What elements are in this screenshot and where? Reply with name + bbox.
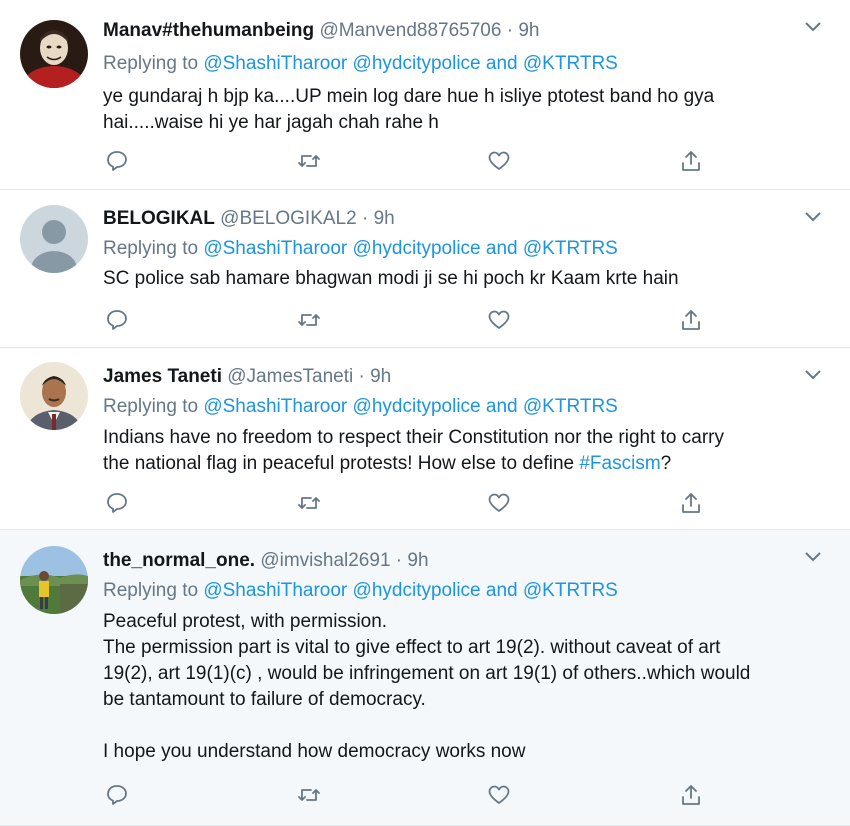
tweet[interactable]: BELOGIKAL @BELOGIKAL2 · 9h Replying to @… (0, 190, 850, 348)
mention-link[interactable]: @hydcitypolice (353, 396, 481, 417)
replying-to: Replying to @ShashiTharoor @hydcitypolic… (103, 580, 618, 602)
tweet-actions (103, 491, 703, 517)
text-line (103, 713, 833, 739)
man-portrait-avatar (20, 362, 88, 430)
user-handle[interactable]: @JamesTaneti (227, 366, 353, 387)
replying-label: Replying to (103, 238, 199, 259)
tweet-actions (103, 149, 703, 175)
hashtag-link[interactable]: #Fascism (579, 453, 660, 474)
separator-dot: · (358, 366, 365, 387)
tweet[interactable]: Manav#thehumanbeing @Manvend88765706 · 9… (0, 0, 850, 190)
text-line: hai.....waise hi ye har jagah chah rahe … (103, 112, 439, 133)
tweet-header: BELOGIKAL @BELOGIKAL2 · 9h (103, 208, 395, 230)
avatar[interactable] (20, 205, 88, 273)
tweet-header: the_normal_one. @imvishal2691 · 9h (103, 550, 429, 572)
mention-link[interactable]: @ShashiTharoor (203, 580, 347, 601)
heart-icon[interactable] (487, 491, 511, 515)
separator-dot: · (361, 208, 369, 229)
mention-link[interactable]: and (486, 53, 518, 74)
mention-link[interactable]: @hydcitypolice (353, 238, 481, 259)
timestamp[interactable]: 9h (518, 20, 539, 41)
mention-link[interactable]: @hydcitypolice (353, 580, 481, 601)
heart-icon[interactable] (487, 783, 511, 807)
share-icon[interactable] (679, 308, 703, 332)
chevron-down-icon[interactable] (804, 20, 822, 34)
replying-label: Replying to (103, 53, 199, 74)
chevron-down-icon[interactable] (804, 210, 822, 224)
share-icon[interactable] (679, 491, 703, 515)
user-handle[interactable]: @BELOGIKAL2 (220, 208, 357, 229)
chevron-down-icon[interactable] (804, 550, 822, 564)
tweet-text: SC police sab hamare bhagwan modi ji se … (103, 266, 833, 292)
text-line: Indians have no freedom to respect their… (103, 427, 724, 448)
replying-to: Replying to @ShashiTharoor @hydcitypolic… (103, 238, 618, 260)
replying-label: Replying to (103, 396, 199, 417)
display-name[interactable]: James Taneti (103, 366, 222, 387)
chevron-down-icon[interactable] (804, 368, 822, 382)
retweet-icon[interactable] (297, 491, 321, 515)
share-icon[interactable] (679, 149, 703, 173)
mention-link[interactable]: and (486, 396, 518, 417)
text-line: ye gundaraj h bjp ka....UP mein log dare… (103, 86, 715, 107)
replying-to: Replying to @ShashiTharoor @hydcitypolic… (103, 53, 618, 75)
reply-icon[interactable] (105, 308, 129, 332)
display-name[interactable]: Manav#thehumanbeing (103, 20, 314, 41)
tweet-actions (103, 783, 703, 809)
timestamp[interactable]: 9h (374, 208, 395, 229)
share-icon[interactable] (679, 783, 703, 807)
tweet[interactable]: James Taneti @JamesTaneti · 9h Replying … (0, 348, 850, 530)
default-user-avatar (20, 205, 88, 273)
mention-link[interactable]: @KTRTRS (523, 238, 618, 259)
text-segment: ? (660, 453, 672, 474)
text-segment: the national flag in peaceful protests! … (103, 453, 580, 474)
text-line: The permission part is vital to give eff… (103, 637, 721, 658)
user-handle[interactable]: @imvishal2691 (260, 550, 390, 571)
mention-link[interactable]: @KTRTRS (523, 396, 618, 417)
mention-link[interactable]: @ShashiTharoor (203, 53, 347, 74)
timestamp[interactable]: 9h (407, 550, 428, 571)
mention-link[interactable]: @KTRTRS (523, 580, 618, 601)
replying-to: Replying to @ShashiTharoor @hydcitypolic… (103, 396, 618, 418)
display-name[interactable]: BELOGIKAL (103, 208, 215, 229)
reply-feed: Manav#thehumanbeing @Manvend88765706 · 9… (0, 0, 850, 826)
tweet[interactable]: the_normal_one. @imvishal2691 · 9h Reply… (0, 530, 850, 826)
replying-label: Replying to (103, 580, 199, 601)
mention-link[interactable]: @hydcitypolice (353, 53, 481, 74)
tweet-text: ye gundaraj h bjp ka....UP mein log dare… (103, 84, 833, 136)
text-line: 19(2), art 19(1)(c) , would be infringem… (103, 663, 751, 684)
tweet-text: Indians have no freedom to respect their… (103, 425, 833, 477)
separator-dot: · (395, 550, 403, 571)
tweet-actions (103, 308, 703, 334)
outdoor-person-avatar (20, 546, 88, 614)
reply-icon[interactable] (105, 491, 129, 515)
text-line: the national flag in peaceful protests! … (103, 451, 833, 477)
timestamp[interactable]: 9h (370, 366, 391, 387)
heart-icon[interactable] (487, 149, 511, 173)
text-line: I hope you understand how democracy work… (103, 741, 526, 762)
retweet-icon[interactable] (297, 149, 321, 173)
tweet-text: Peaceful protest, with permission. The p… (103, 609, 833, 765)
mention-link[interactable]: and (486, 238, 518, 259)
text-line: be tantamount to failure of democracy. (103, 689, 426, 710)
mention-link[interactable]: @ShashiTharoor (203, 396, 347, 417)
mention-link[interactable]: @KTRTRS (523, 53, 618, 74)
reply-icon[interactable] (105, 149, 129, 173)
user-handle[interactable]: @Manvend88765706 (319, 20, 501, 41)
masked-figure-avatar (20, 20, 88, 88)
tweet-header: James Taneti @JamesTaneti · 9h (103, 366, 391, 388)
retweet-icon[interactable] (297, 308, 321, 332)
text-line: SC police sab hamare bhagwan modi ji se … (103, 268, 679, 289)
mention-link[interactable]: @ShashiTharoor (203, 238, 347, 259)
mention-link[interactable]: and (486, 580, 518, 601)
heart-icon[interactable] (487, 308, 511, 332)
separator-dot: · (506, 20, 514, 41)
avatar[interactable] (20, 546, 88, 614)
display-name[interactable]: the_normal_one. (103, 550, 255, 571)
avatar[interactable] (20, 362, 88, 430)
tweet-header: Manav#thehumanbeing @Manvend88765706 · 9… (103, 20, 539, 42)
retweet-icon[interactable] (297, 783, 321, 807)
text-line: Peaceful protest, with permission. (103, 611, 388, 632)
avatar[interactable] (20, 20, 88, 88)
reply-icon[interactable] (105, 783, 129, 807)
